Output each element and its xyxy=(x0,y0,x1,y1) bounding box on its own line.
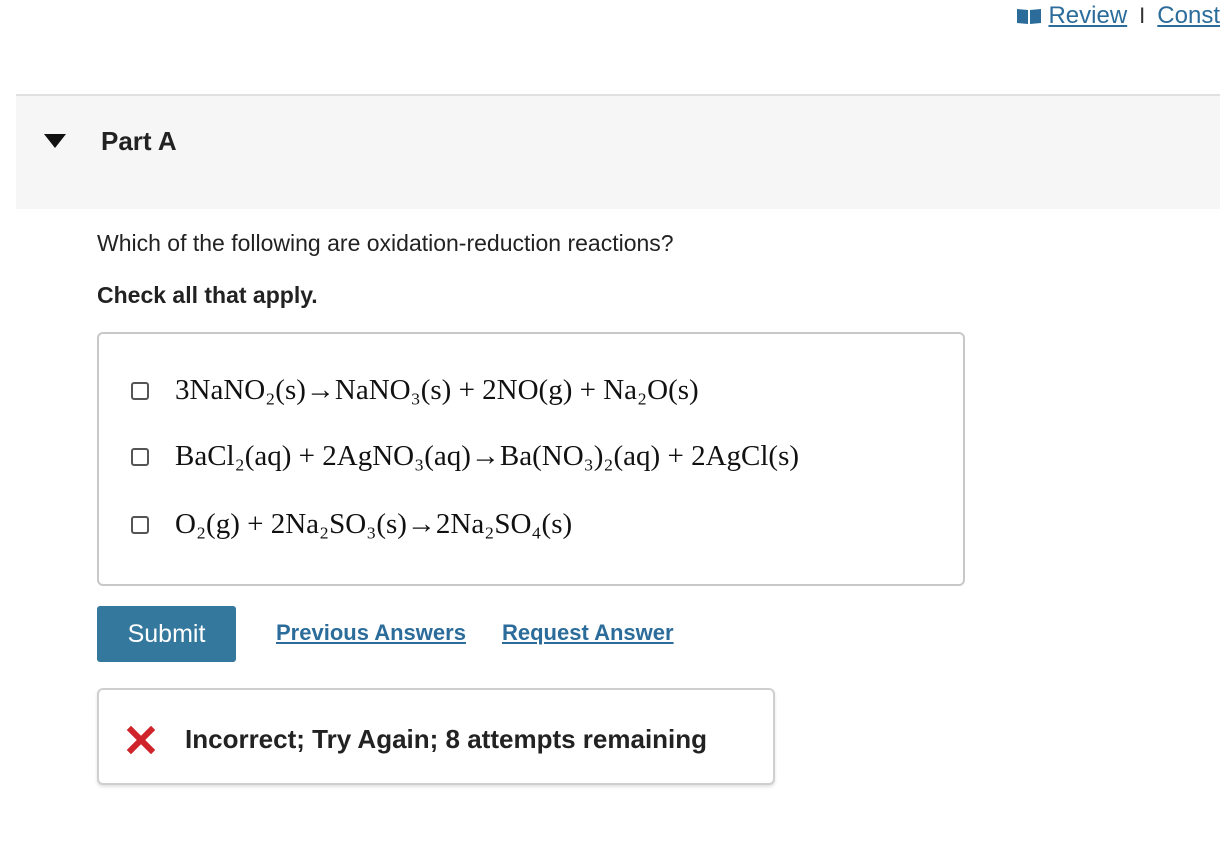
feedback-box: Incorrect; Try Again; 8 attempts remaini… xyxy=(97,688,775,785)
x-icon xyxy=(126,725,156,755)
part-header[interactable]: Part A xyxy=(16,94,1220,209)
feedback-message: Incorrect; Try Again; 8 attempts remaini… xyxy=(185,724,708,754)
option-2-formula: BaCl₂(aq) + 2AgNO₃(aq)→Ba(NO₃)₂(aq) + 2A… xyxy=(175,440,800,472)
submit-button[interactable]: Submit xyxy=(97,606,236,662)
option-1[interactable]: 3NaNO₂(s)→NaNO₃(s) + 2NO(g) + Na₂O(s) xyxy=(131,374,699,407)
part-title: Part A xyxy=(101,126,177,156)
option-3-formula: O₂(g) + 2Na₂SO₃(s)→2Na₂SO₄(s) xyxy=(175,508,573,540)
top-links: Review I Const xyxy=(1016,0,1220,32)
option-2[interactable]: BaCl₂(aq) + 2AgNO₃(aq)→Ba(NO₃)₂(aq) + 2A… xyxy=(131,440,799,473)
option-2-checkbox[interactable] xyxy=(131,447,149,466)
request-answer-link[interactable]: Request Answer xyxy=(502,620,674,646)
answer-options: 3NaNO₂(s)→NaNO₃(s) + 2NO(g) + Na₂O(s) Ba… xyxy=(97,332,965,586)
option-1-checkbox[interactable] xyxy=(131,381,149,400)
book-icon xyxy=(1016,7,1042,25)
previous-answers-link[interactable]: Previous Answers xyxy=(276,620,466,646)
option-3-checkbox[interactable] xyxy=(131,515,149,534)
question-prompt: Which of the following are oxidation-red… xyxy=(97,230,674,256)
question-instruction: Check all that apply. xyxy=(97,282,318,308)
option-3[interactable]: O₂(g) + 2Na₂SO₃(s)→2Na₂SO₄(s) xyxy=(131,508,572,541)
constants-link[interactable]: Const xyxy=(1157,2,1220,30)
link-separator: I xyxy=(1139,3,1146,28)
option-1-formula: 3NaNO₂(s)→NaNO₃(s) + 2NO(g) + Na₂O(s) xyxy=(175,374,699,406)
review-link[interactable]: Review xyxy=(1048,2,1127,30)
caret-down-icon[interactable] xyxy=(44,134,66,148)
